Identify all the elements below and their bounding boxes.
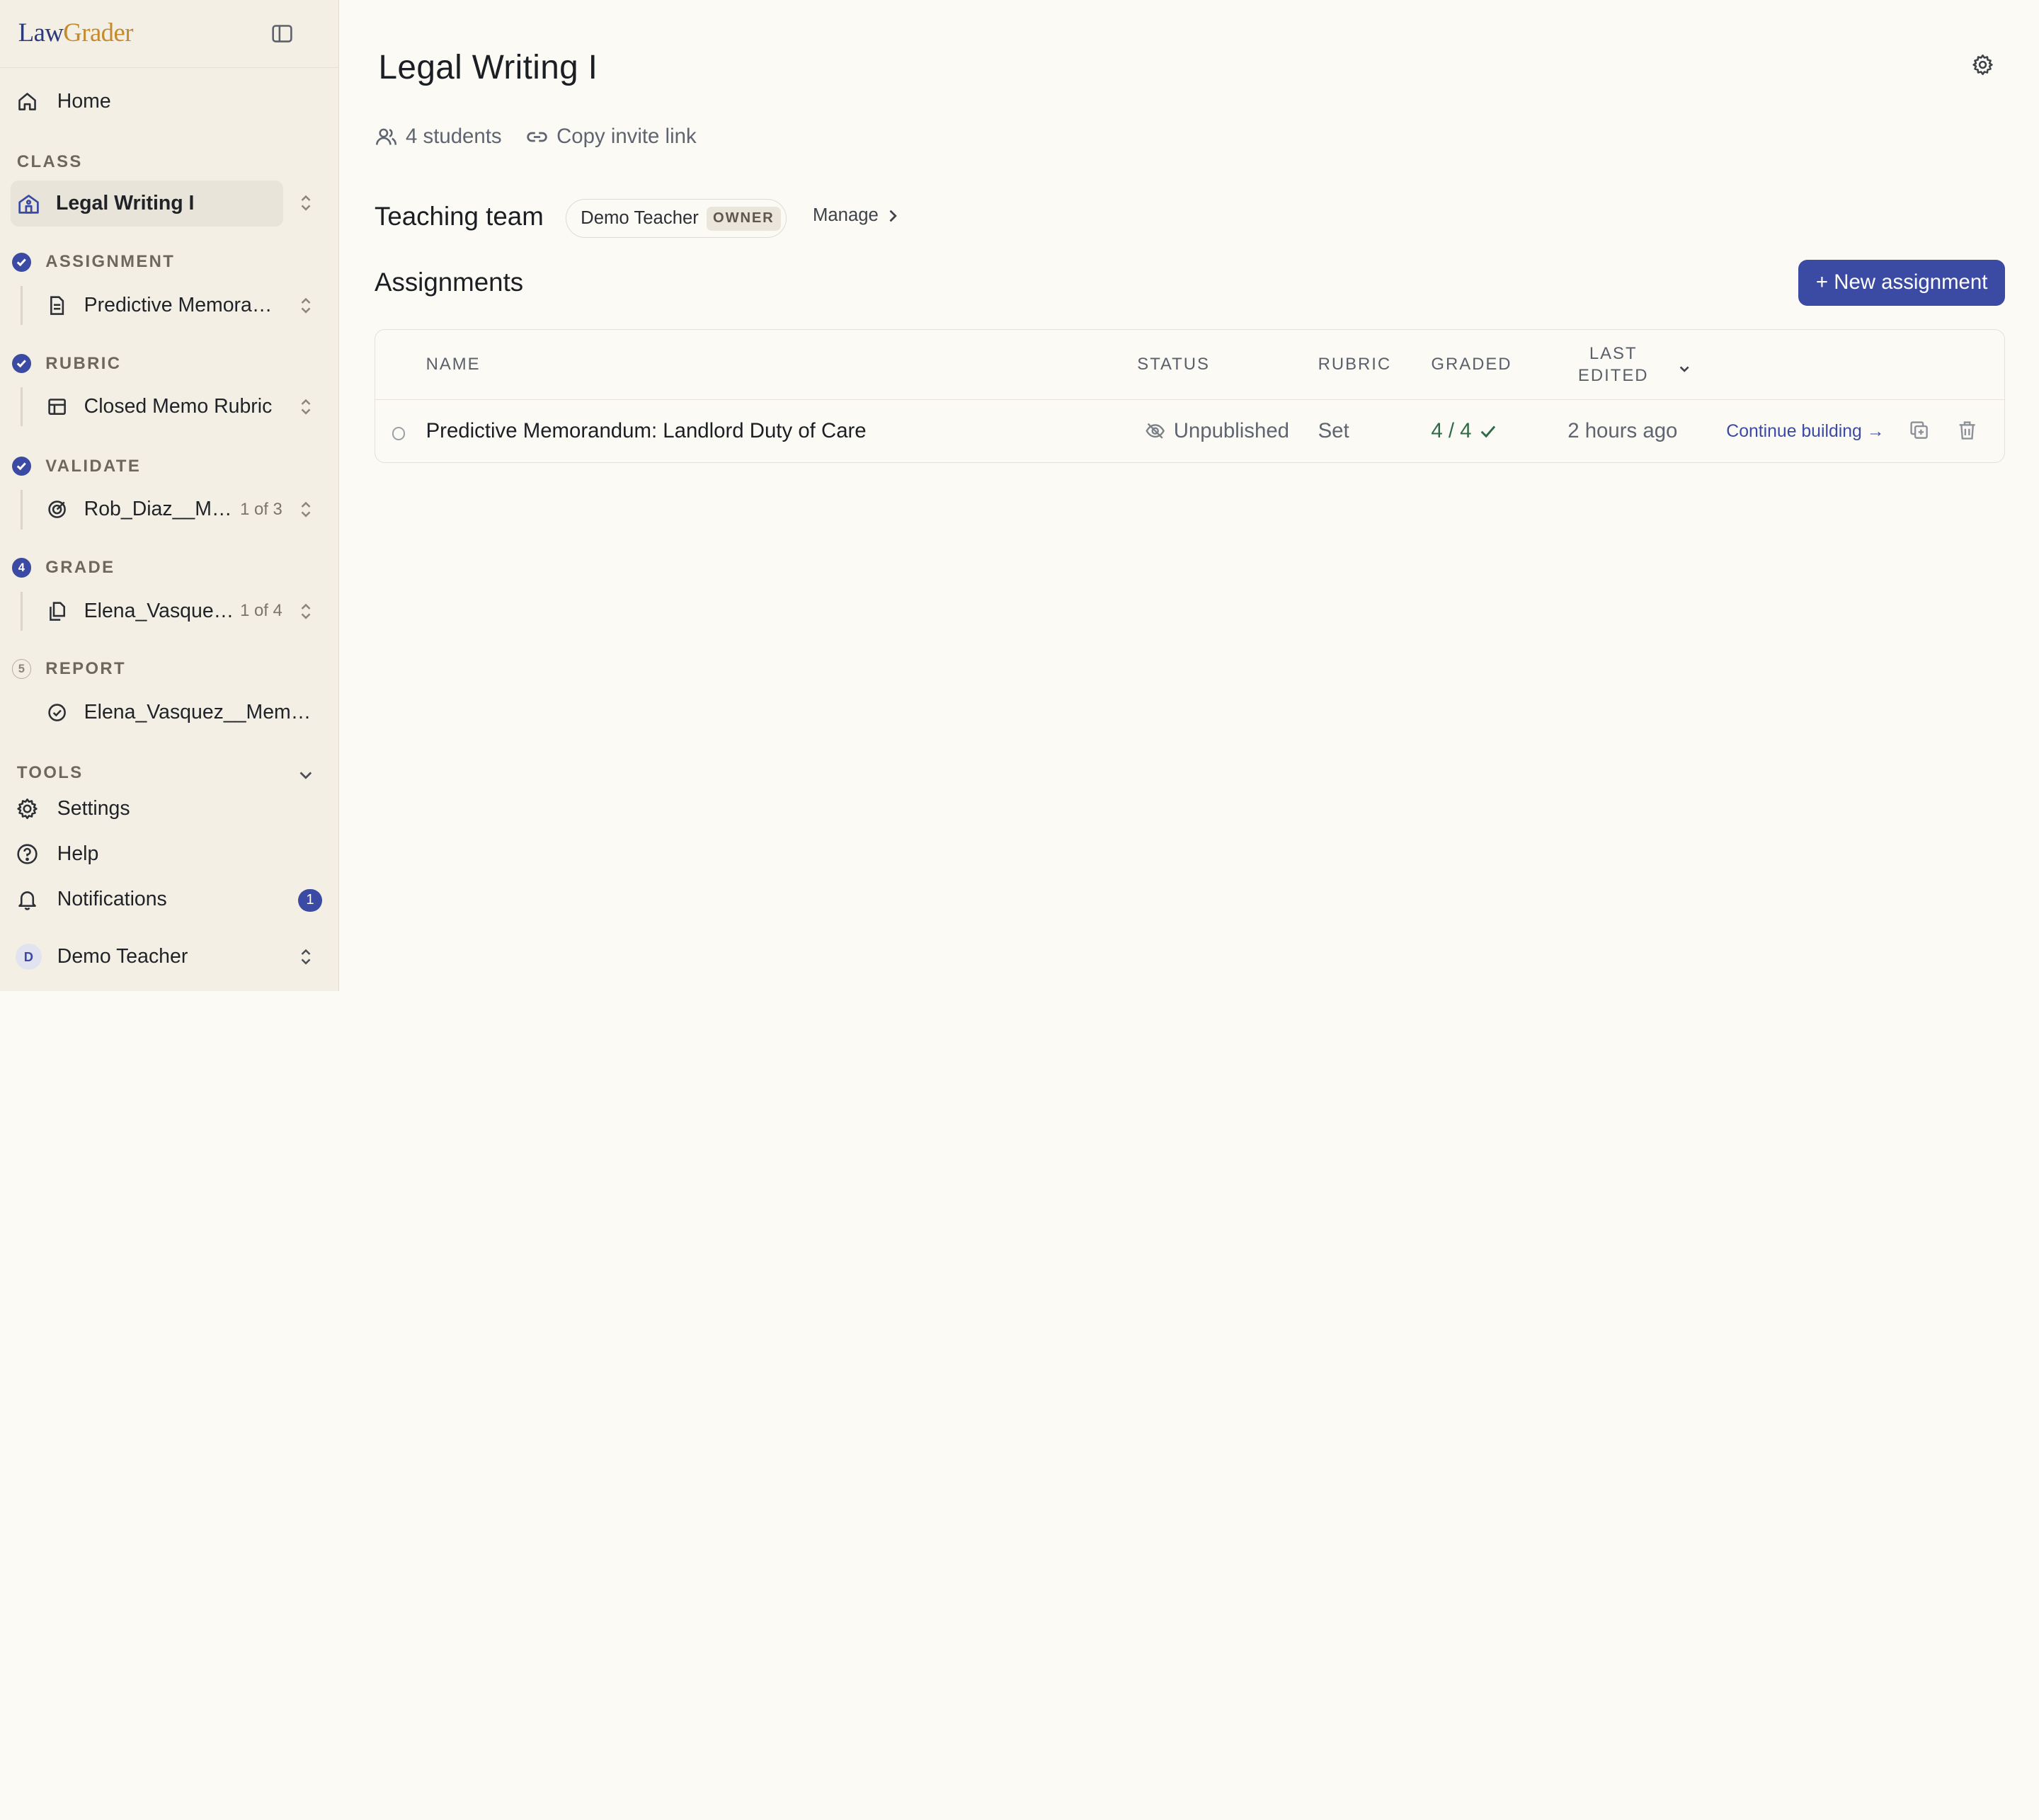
col-graded[interactable]: GRADED (1431, 355, 1512, 374)
assignments-table: NAME STATUS RUBRIC GRADED LAST EDITED Pr… (374, 328, 2006, 463)
assignment-name[interactable]: Predictive Memorandum: Landlord Duty of … (426, 419, 867, 443)
row-select-radio[interactable] (392, 427, 406, 440)
main-content: Legal Writing I 4 students Copy invite l… (0, 0, 2039, 991)
trash-icon[interactable] (1956, 419, 1978, 441)
owner-tag: OWNER (706, 206, 781, 231)
link-icon (525, 125, 549, 149)
col-rubric[interactable]: RUBRIC (1318, 355, 1392, 374)
col-status[interactable]: STATUS (1137, 355, 1210, 374)
duplicate-icon[interactable] (1908, 419, 1930, 441)
continue-building-link[interactable]: Continue building → (1726, 422, 1884, 442)
eye-off-icon (1145, 420, 1165, 441)
table-header: NAME STATUS RUBRIC GRADED LAST EDITED (375, 330, 2005, 400)
teaching-team-heading: Teaching team (374, 201, 544, 231)
sort-chevron-icon[interactable] (1678, 357, 1691, 372)
new-assignment-button[interactable]: + New assignment (1798, 260, 2006, 306)
students-count: 4 students (375, 125, 502, 149)
copy-invite-link[interactable]: Copy invite link (525, 125, 697, 149)
manage-team-link[interactable]: Manage (813, 205, 899, 226)
col-last-edited[interactable]: LAST EDITED (1578, 343, 1649, 387)
gear-icon[interactable] (1971, 53, 1994, 76)
rubric-status: Set (1318, 419, 1349, 443)
team-member-chip: Demo Teacher OWNER (565, 199, 787, 239)
chevron-right-icon (886, 208, 899, 224)
col-name[interactable]: NAME (426, 355, 481, 374)
table-row[interactable]: Predictive Memorandum: Landlord Duty of … (375, 400, 2004, 462)
users-icon (375, 125, 398, 149)
status-badge: Unpublished (1173, 419, 1289, 443)
last-edited-time: 2 hours ago (1567, 419, 1678, 443)
graded-count: 4 / 4 (1431, 419, 1472, 443)
page-title: Legal Writing I (378, 48, 598, 86)
assignments-heading: Assignments (374, 268, 524, 297)
check-icon (1479, 422, 1497, 440)
